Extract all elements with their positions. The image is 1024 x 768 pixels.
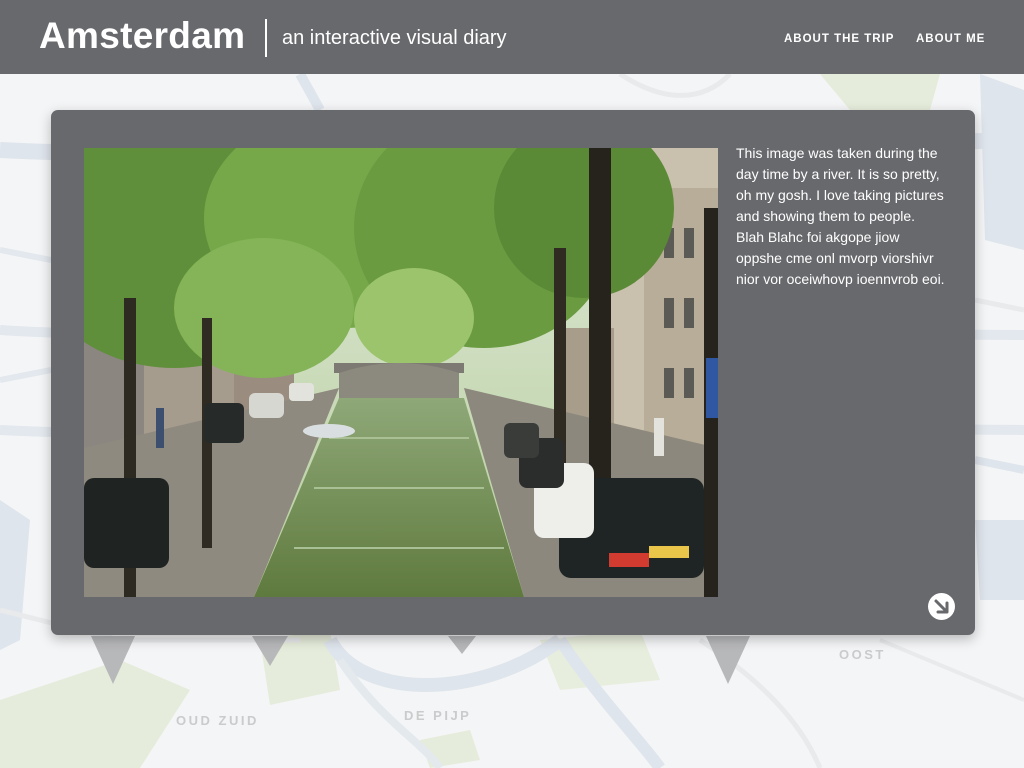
map-label-de-pijp: DE PIJP	[404, 708, 472, 723]
nav-about-the-trip[interactable]: ABOUT THE TRIP	[784, 32, 894, 46]
nav-about-me[interactable]: ABOUT ME	[916, 32, 985, 46]
arrow-down-right-icon	[934, 599, 949, 614]
next-photo-button[interactable]	[928, 593, 955, 620]
site-tagline: an interactive visual diary	[282, 27, 507, 49]
map-label-oud-zuid: OUD ZUID	[176, 713, 259, 728]
canal-photo	[84, 148, 718, 597]
map-label-oost: OOST	[839, 647, 886, 662]
map-pin-icon[interactable]	[252, 636, 288, 666]
map-pin-icon[interactable]	[91, 636, 135, 684]
title-divider	[265, 19, 267, 57]
photo-caption: This image was taken during the day time…	[736, 145, 945, 287]
map-pin-icon[interactable]	[706, 636, 750, 684]
photo-card: This image was taken during the day time…	[51, 110, 975, 635]
map-pin-icon[interactable]	[448, 636, 476, 654]
site-header: Amsterdam an interactive visual diary AB…	[0, 0, 1024, 74]
site-title[interactable]: Amsterdam	[39, 14, 245, 58]
